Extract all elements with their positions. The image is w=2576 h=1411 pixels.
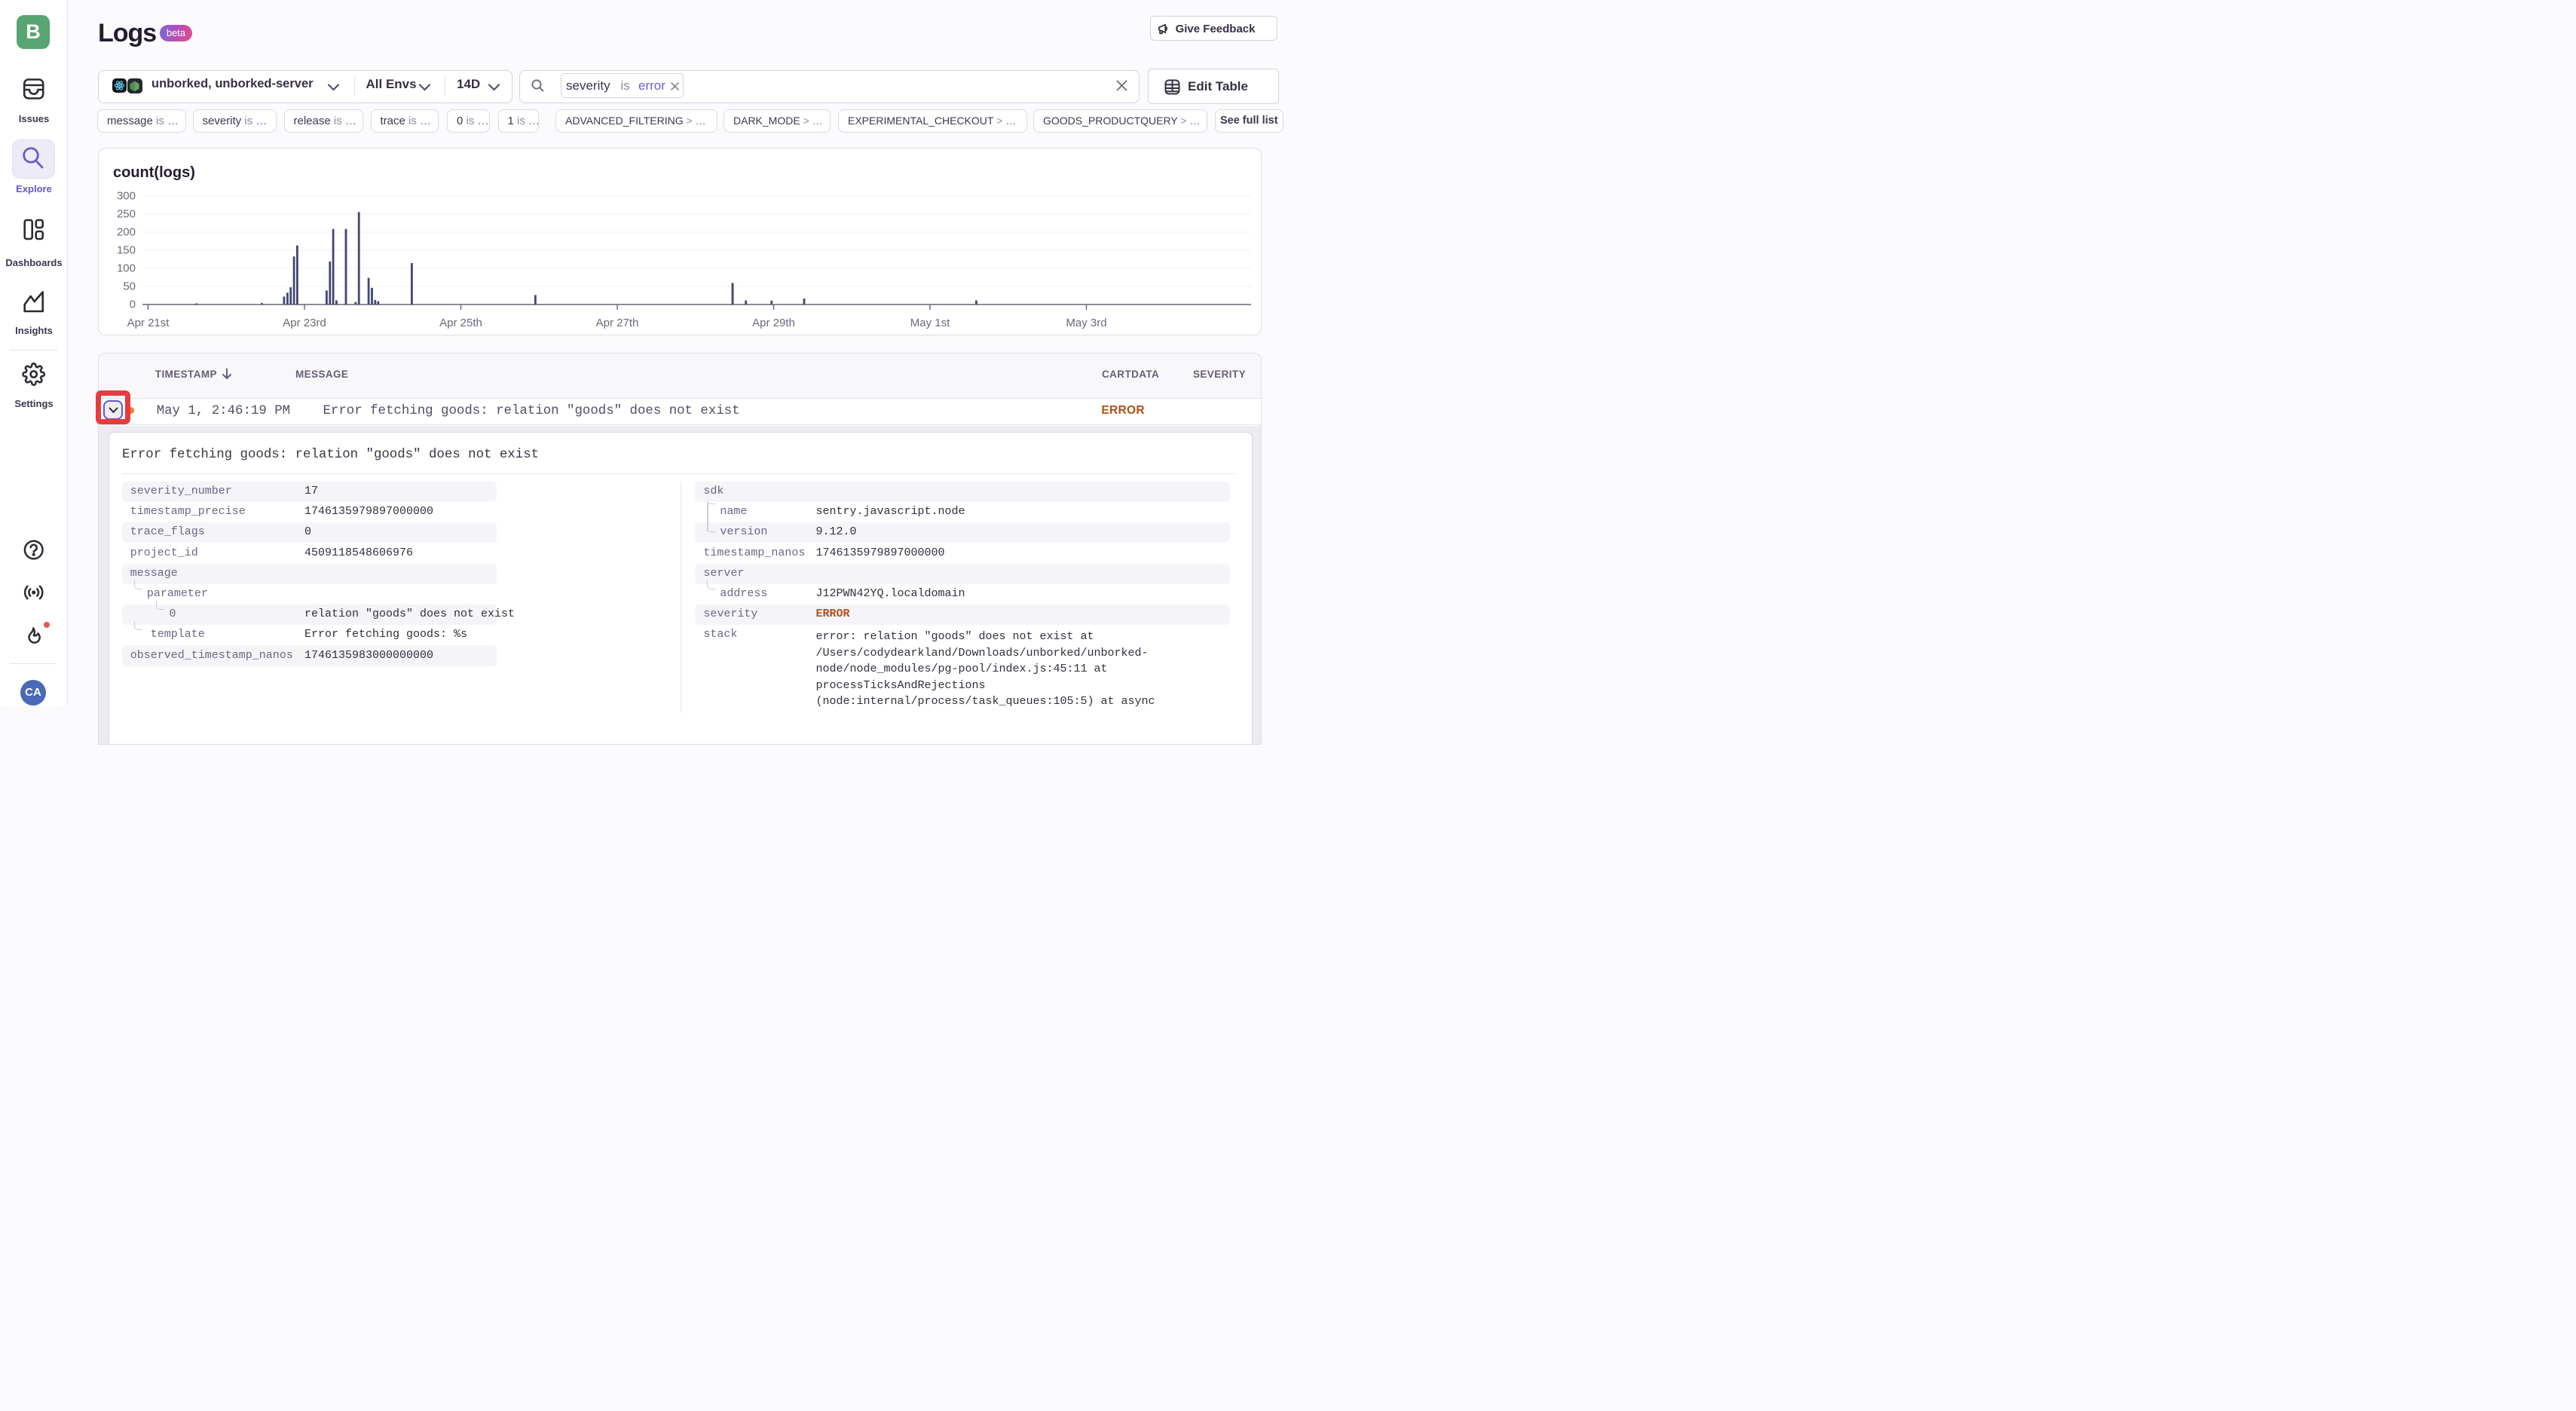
svg-text:May 1st: May 1st: [910, 317, 950, 329]
svg-text:0: 0: [130, 298, 136, 311]
svg-text:Apr 21st: Apr 21st: [127, 317, 170, 329]
svg-text:200: 200: [117, 226, 136, 239]
svg-text:Apr 25th: Apr 25th: [439, 317, 482, 329]
svg-text:Apr 23rd: Apr 23rd: [283, 317, 326, 329]
svg-text:300: 300: [117, 190, 136, 203]
svg-text:250: 250: [117, 208, 136, 221]
svg-text:May 3rd: May 3rd: [1066, 317, 1106, 329]
svg-text:50: 50: [123, 280, 136, 293]
svg-text:Apr 27th: Apr 27th: [596, 317, 639, 329]
svg-text:100: 100: [117, 262, 136, 275]
svg-text:150: 150: [117, 244, 136, 257]
svg-text:Apr 29th: Apr 29th: [752, 317, 795, 329]
